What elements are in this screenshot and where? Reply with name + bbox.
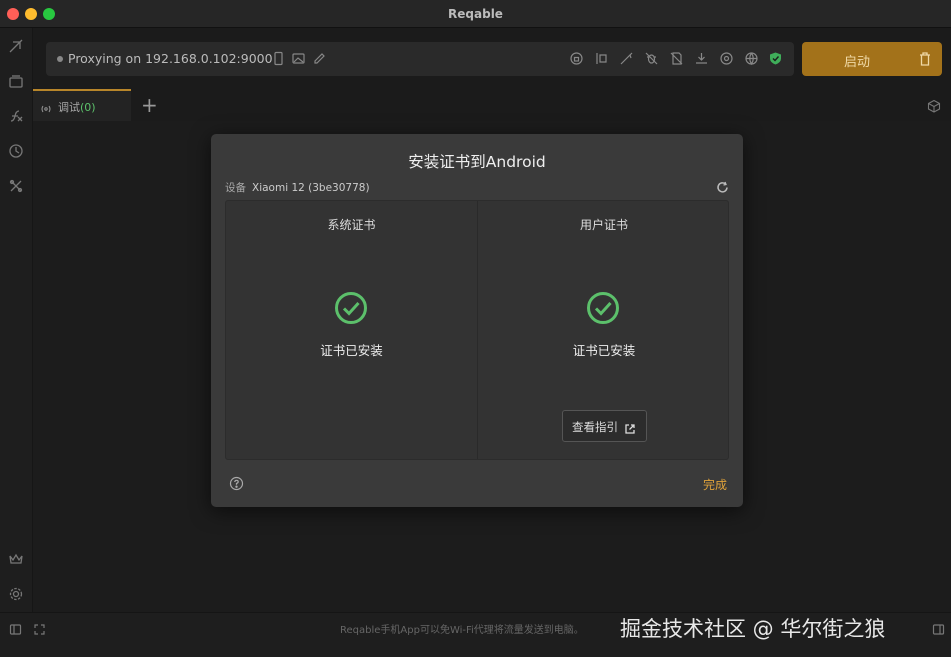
- image-icon[interactable]: [291, 51, 306, 66]
- device-line: 设备 Xiaomi 12 (3be30778): [225, 180, 370, 195]
- done-button[interactable]: 完成: [703, 476, 727, 493]
- status-tip: Reqable手机App可以免Wi-Fi代理将流量发送到电脑。: [340, 625, 584, 636]
- device-name: Xiaomi 12 (3be30778): [252, 182, 370, 194]
- history-icon[interactable]: [8, 143, 24, 159]
- system-cert-panel: 系统证书 证书已安装: [226, 201, 478, 459]
- status-bar: Reqable手机App可以免Wi-Fi代理将流量发送到电脑。 掘金技术社区 @…: [0, 612, 951, 657]
- sidebar-right-icon[interactable]: [932, 621, 945, 635]
- title-bar: Reqable: [0, 0, 951, 28]
- function-icon[interactable]: [8, 108, 24, 124]
- script-icon[interactable]: [669, 51, 684, 66]
- antenna-icon: [40, 100, 52, 113]
- proxy-status-dot: [57, 56, 63, 62]
- no-rewrite-icon[interactable]: [619, 51, 634, 66]
- install-cert-dialog: 安装证书到Android 设备 Xiaomi 12 (3be30778) 系统证书…: [211, 134, 743, 507]
- start-label: 启动: [843, 55, 870, 70]
- crown-icon[interactable]: [8, 551, 24, 567]
- shield-icon[interactable]: [768, 51, 783, 66]
- fullscreen-icon[interactable]: [33, 621, 46, 635]
- user-cert-title: 用户证书: [579, 218, 628, 232]
- system-cert-title: 系统证书: [327, 218, 376, 232]
- view-guide-button[interactable]: 查看指引: [562, 410, 647, 442]
- tools-icon[interactable]: [8, 178, 24, 194]
- pencil-icon[interactable]: [312, 51, 327, 66]
- globe-icon[interactable]: [744, 51, 759, 66]
- add-tab-button[interactable]: +: [141, 93, 158, 117]
- breakpoint-icon[interactable]: [594, 51, 609, 66]
- sidebar-toggle-icon[interactable]: [9, 621, 22, 635]
- device-label: 设备: [225, 182, 246, 194]
- download-icon[interactable]: [694, 51, 709, 66]
- no-bug-icon[interactable]: [644, 51, 659, 66]
- cube-icon[interactable]: [927, 98, 941, 113]
- help-icon[interactable]: [229, 476, 244, 491]
- phone-icon[interactable]: [271, 51, 286, 66]
- proxy-toolbar: Proxying on 192.168.0.102:9000: [46, 42, 794, 76]
- tab-label: 调试(0): [58, 101, 96, 114]
- proxy-status: Proxying on 192.168.0.102:9000: [68, 51, 273, 66]
- system-cert-status: 证书已安装: [320, 343, 383, 358]
- settings-icon[interactable]: [8, 586, 24, 602]
- cert-panels: 系统证书 证书已安装 用户证书 证书已安装 查看指引: [225, 200, 729, 460]
- refresh-icon[interactable]: [716, 179, 729, 193]
- check-circle-icon: [586, 291, 620, 325]
- trash-icon[interactable]: [918, 51, 932, 67]
- lock-icon[interactable]: [569, 51, 584, 66]
- view-guide-label: 查看指引: [572, 420, 618, 434]
- plane-icon[interactable]: [8, 38, 24, 54]
- window-title: Reqable: [448, 7, 503, 21]
- sidebar: [0, 28, 33, 657]
- check-circle-icon: [334, 291, 368, 325]
- external-link-icon: [624, 420, 636, 434]
- tab-debug[interactable]: 调试(0): [33, 89, 131, 121]
- user-cert-panel: 用户证书 证书已安装 查看指引: [478, 201, 730, 459]
- collection-icon[interactable]: [8, 73, 24, 89]
- user-cert-status: 证书已安装: [572, 343, 636, 358]
- tab-bar: 调试(0) +: [33, 89, 951, 121]
- dialog-title: 安装证书到Android: [408, 153, 546, 171]
- start-button[interactable]: 启动: [802, 42, 942, 76]
- watermark: 掘金技术社区 @ 华尔街之狼: [620, 617, 886, 641]
- at-icon[interactable]: [719, 51, 734, 66]
